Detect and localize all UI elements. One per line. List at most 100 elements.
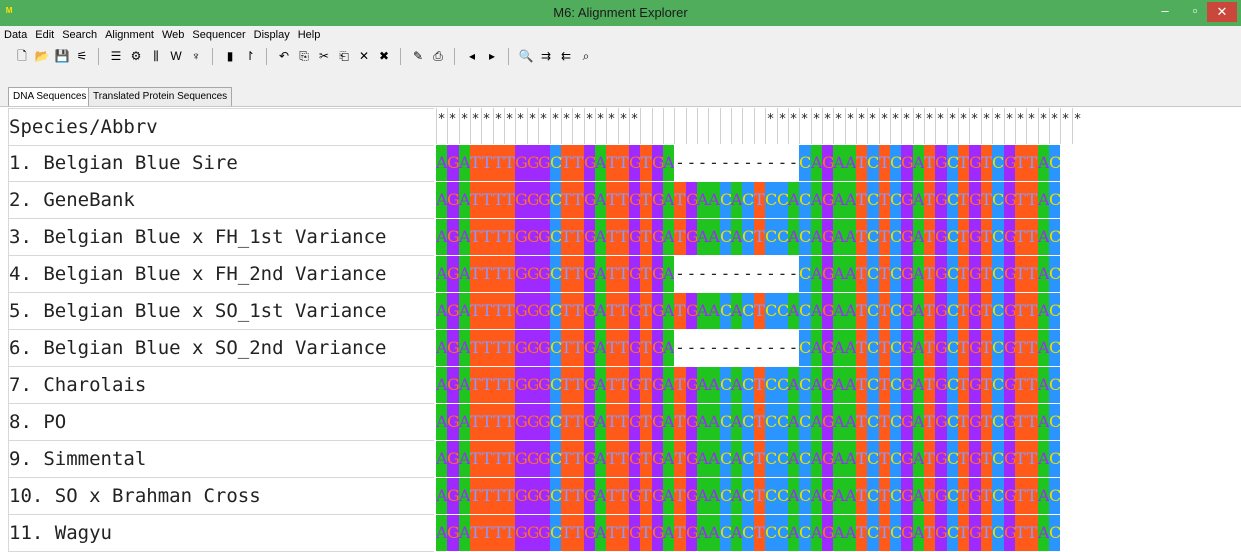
base-cell[interactable]: T (470, 404, 481, 440)
base-cell[interactable]: T (470, 367, 481, 403)
base-cell[interactable]: T (618, 478, 629, 514)
base-cell[interactable]: T (572, 478, 584, 514)
base-cell[interactable]: G (629, 404, 640, 440)
base-cell[interactable]: T (481, 293, 493, 329)
base-cell[interactable]: T (640, 293, 652, 329)
base-cell[interactable]: G (1004, 478, 1015, 514)
base-cell[interactable]: C (742, 478, 754, 514)
base-cell[interactable]: G (527, 293, 538, 329)
base-cell[interactable]: A (595, 256, 606, 292)
base-cell[interactable]: G (447, 478, 459, 514)
undo-icon[interactable]: ↶ (276, 48, 292, 64)
base-cell[interactable]: G (935, 515, 947, 551)
base-cell[interactable]: G (629, 367, 640, 403)
base-cell[interactable]: T (674, 478, 686, 514)
base-cell[interactable]: A (913, 515, 924, 551)
sequence-name[interactable]: 2. GeneBank (8, 182, 434, 219)
base-cell[interactable]: T (1026, 145, 1038, 181)
menu-sequencer[interactable]: Sequencer (188, 26, 249, 45)
base-cell[interactable]: G (686, 478, 697, 514)
base-cell[interactable]: T (618, 219, 629, 255)
base-cell[interactable]: T (504, 293, 515, 329)
base-cell[interactable]: G (652, 182, 663, 218)
base-cell[interactable]: G (584, 256, 595, 292)
delete-gap-icon[interactable]: ✖ (376, 48, 392, 64)
base-cell[interactable]: A (1038, 219, 1049, 255)
base-cell[interactable]: G (901, 367, 913, 403)
base-cell[interactable]: C (777, 219, 788, 255)
base-cell[interactable]: C (720, 219, 731, 255)
base-cell[interactable]: A (845, 330, 856, 366)
base-cell[interactable]: A (731, 293, 742, 329)
base-cell[interactable]: T (618, 145, 629, 181)
base-cell[interactable]: C (550, 515, 561, 551)
base-cell[interactable]: T (879, 367, 890, 403)
base-cell[interactable]: C (890, 441, 901, 477)
base-cell[interactable]: T (606, 367, 618, 403)
previous-icon[interactable]: ◂ (464, 48, 480, 64)
base-cell[interactable]: C (947, 404, 958, 440)
base-cell[interactable]: C (867, 478, 879, 514)
base-cell[interactable]: A (811, 367, 822, 403)
base-cell[interactable]: C (947, 293, 958, 329)
base-cell[interactable]: T (1026, 330, 1038, 366)
base-cell[interactable]: G (822, 515, 833, 551)
base-cell[interactable]: G (901, 256, 913, 292)
base-cell[interactable]: A (663, 219, 674, 255)
base-cell[interactable]: C (867, 182, 879, 218)
base-cell[interactable]: C (947, 478, 958, 514)
base-cell[interactable]: A (811, 219, 822, 255)
base-cell[interactable]: G (447, 515, 459, 551)
base-cell[interactable]: A (788, 293, 799, 329)
base-cell[interactable]: T (618, 293, 629, 329)
base-cell[interactable]: G (686, 441, 697, 477)
base-cell[interactable]: G (822, 478, 833, 514)
base-cell[interactable]: G (822, 367, 833, 403)
base-cell[interactable]: A (788, 515, 799, 551)
base-cell[interactable]: T (561, 219, 572, 255)
base-cell[interactable]: G (686, 515, 697, 551)
base-cell[interactable]: G (447, 330, 459, 366)
base-cell[interactable]: T (1026, 478, 1038, 514)
base-cell[interactable]: G (652, 219, 663, 255)
base-cell[interactable]: G (652, 441, 663, 477)
base-cell[interactable]: A (833, 478, 845, 514)
base-cell[interactable]: T (981, 404, 992, 440)
base-cell[interactable]: G (527, 182, 538, 218)
base-cell[interactable]: T (561, 330, 572, 366)
base-cell[interactable]: T (879, 330, 890, 366)
base-cell[interactable]: T (493, 441, 504, 477)
base-cell[interactable]: T (481, 182, 493, 218)
base-cell[interactable]: - (754, 256, 765, 292)
base-cell[interactable]: T (606, 182, 618, 218)
sequence-name[interactable]: Species/Abbrv (8, 108, 434, 146)
base-cell[interactable]: A (845, 441, 856, 477)
base-cell[interactable]: G (822, 404, 833, 440)
base-cell[interactable]: G (527, 404, 538, 440)
base-cell[interactable]: - (788, 256, 799, 292)
base-cell[interactable]: T (958, 256, 969, 292)
base-cell[interactable]: A (436, 293, 447, 329)
base-cell[interactable]: G (447, 219, 459, 255)
base-cell[interactable]: G (447, 404, 459, 440)
base-cell[interactable]: T (981, 256, 992, 292)
sequence-row[interactable]: 3. Belgian Blue x FH_1st Variance A G A T T T T… (0, 219, 1241, 256)
base-cell[interactable]: C (1049, 145, 1060, 181)
base-cell[interactable]: - (742, 256, 754, 292)
sequence-row[interactable]: 10. SO x Brahman Cross A G A T T T T G G G C T T G A T T G… (0, 478, 1241, 515)
base-cell[interactable]: - (708, 256, 720, 292)
base-cell[interactable]: T (640, 256, 652, 292)
sequence-row[interactable]: 6. Belgian Blue x SO_2nd Variance A G A T T T T… (0, 330, 1241, 367)
base-cell[interactable]: A (459, 145, 470, 181)
base-cell[interactable]: C (992, 478, 1004, 514)
base-cell[interactable]: - (686, 256, 697, 292)
base-cell[interactable]: A (436, 404, 447, 440)
base-cell[interactable]: A (731, 182, 742, 218)
base-cell[interactable]: A (811, 441, 822, 477)
base-cell[interactable]: T (618, 441, 629, 477)
base-cell[interactable]: G (527, 441, 538, 477)
base-cell[interactable]: T (879, 256, 890, 292)
base-cell[interactable]: C (1049, 182, 1060, 218)
base-cell[interactable]: C (867, 293, 879, 329)
base-cell[interactable]: G (935, 367, 947, 403)
